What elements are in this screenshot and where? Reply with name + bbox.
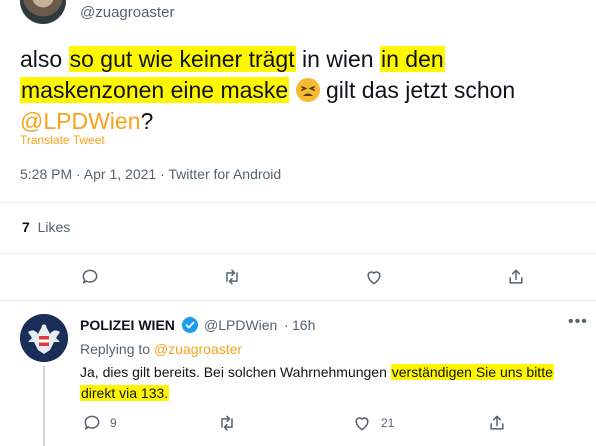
- tweet-timestamp[interactable]: 5:28 PM · Apr 1, 2021 · Twitter for Andr…: [20, 166, 281, 182]
- reply-reply-button[interactable]: [80, 411, 104, 435]
- tweet-text: also so gut wie keiner trägt in wien in …: [20, 44, 580, 137]
- tweet-highlight: so gut wie keiner trägt: [68, 46, 296, 72]
- divider: [0, 253, 596, 254]
- share-button[interactable]: [504, 265, 528, 289]
- reply-time[interactable]: 16h: [292, 317, 315, 333]
- share-icon: [509, 269, 523, 284]
- reply-highlight: verständigen Sie uns bitte: [390, 364, 554, 380]
- replying-to: Replying to @zuagroaster: [80, 341, 242, 357]
- austrian-eagle-icon: [20, 314, 68, 362]
- translate-tweet-link[interactable]: Translate Tweet: [20, 133, 105, 147]
- heart-icon: [355, 417, 369, 431]
- separator-dot: ·: [284, 317, 289, 333]
- more-options-icon[interactable]: •••: [568, 313, 588, 331]
- likes-number: 7: [22, 219, 30, 235]
- reply-text-part: Ja, dies gilt bereits. Bei solchen Wahrn…: [80, 364, 391, 380]
- share-icon: [490, 415, 504, 430]
- reply-icon: [82, 269, 98, 284]
- mention-link[interactable]: @LPDWien: [20, 108, 141, 134]
- heart-icon: [367, 271, 381, 285]
- likes-count[interactable]: 7 Likes: [22, 219, 70, 235]
- retweet-icon: [221, 415, 233, 431]
- tired-face-emoji-icon: [295, 78, 320, 102]
- tweet-text-part: gilt das jetzt schon: [319, 77, 516, 103]
- replying-prefix: Replying to: [80, 341, 151, 357]
- like-count: 21: [381, 416, 395, 430]
- police-avatar[interactable]: [20, 314, 68, 362]
- reply-retweet-button[interactable]: [215, 411, 239, 435]
- reply-author-handle[interactable]: @LPDWien: [204, 317, 277, 333]
- author-avatar[interactable]: [20, 0, 66, 24]
- replying-to-mention[interactable]: @zuagroaster: [154, 341, 242, 357]
- reply-share-button[interactable]: [485, 411, 509, 435]
- reply-text: Ja, dies gilt bereits. Bei solchen Wahrn…: [80, 362, 585, 404]
- retweet-icon: [226, 269, 238, 285]
- reply-author-name[interactable]: POLIZEI WIEN: [80, 317, 175, 333]
- tweet-text-part: ?: [140, 108, 154, 134]
- tweet-highlight: maskenzonen eine maske: [20, 77, 290, 103]
- tweet-highlight: in den: [379, 46, 445, 72]
- like-button[interactable]: [362, 265, 386, 289]
- tweet-text-part: in wien: [295, 46, 380, 72]
- reply-highlight: direkt via 133.: [80, 385, 170, 401]
- thread-line: [43, 366, 45, 446]
- reply-icon: [84, 415, 100, 430]
- likes-label: Likes: [37, 219, 71, 235]
- reply-button[interactable]: [78, 265, 102, 289]
- tweet-text-part: also: [20, 46, 69, 72]
- author-handle[interactable]: @zuagroaster: [80, 4, 174, 21]
- retweet-button[interactable]: [220, 265, 244, 289]
- reply-like-button[interactable]: [350, 411, 374, 435]
- reply-count: 9: [110, 416, 117, 430]
- verified-badge-icon: [182, 317, 198, 333]
- divider: [0, 300, 596, 301]
- divider: [0, 202, 596, 203]
